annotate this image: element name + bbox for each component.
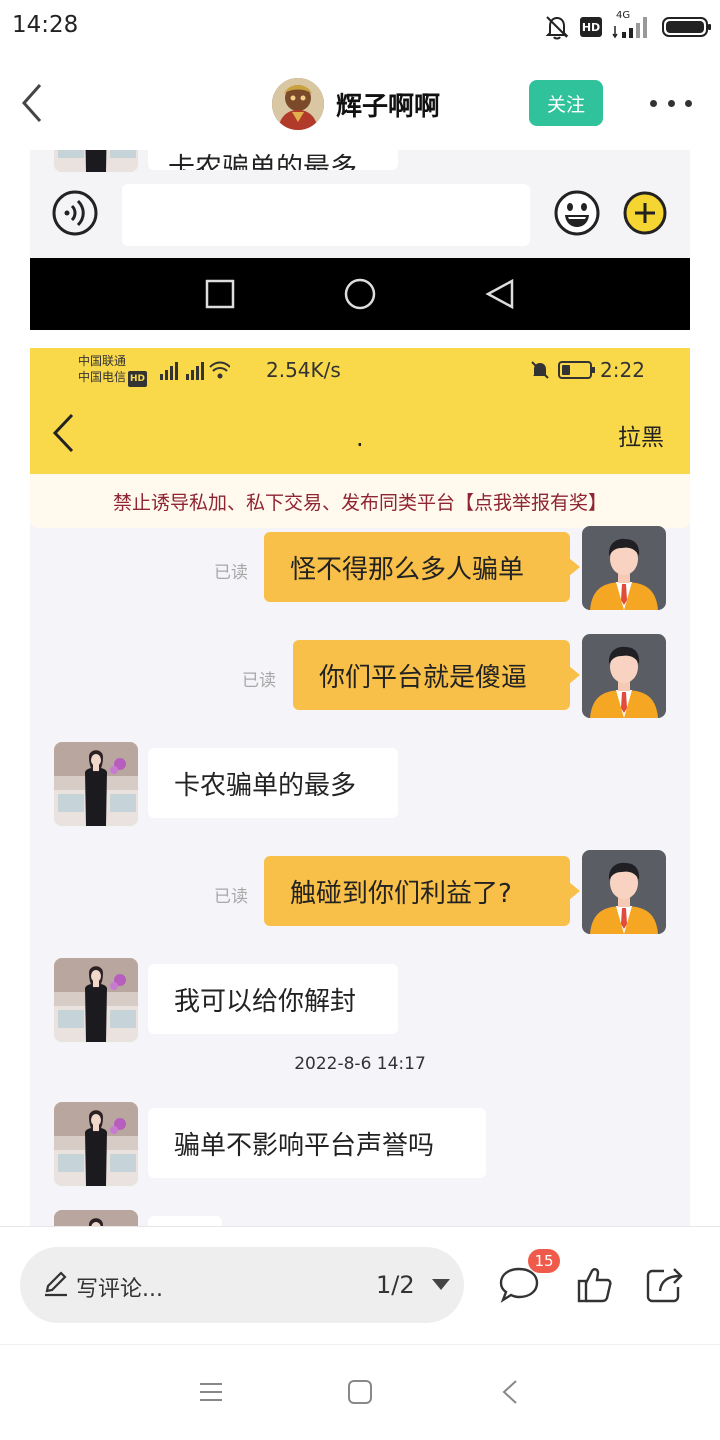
emoji-icon [554, 190, 600, 236]
chat-title: . [356, 424, 364, 452]
dot [667, 99, 675, 107]
previous-screenshot-fragment: 卡农骗单的最多 [30, 150, 690, 258]
message-bubble-incoming: 卡农骗单的最多 [148, 748, 398, 818]
carrier-2: 中国电信 [78, 370, 127, 384]
comment-input[interactable]: 写评论... 1/2 [20, 1247, 464, 1323]
separator [30, 330, 690, 348]
follow-button[interactable]: 关注 [529, 80, 603, 126]
message-bubble-incoming: 我可以给你解封 [148, 964, 398, 1034]
status-time: 14:28 [12, 12, 79, 38]
pen-icon [45, 1271, 67, 1297]
back-button[interactable] [14, 82, 50, 124]
message-bubble-outgoing: 怪不得那么多人骗单 [264, 532, 580, 602]
signal-icon: 4G [612, 10, 652, 40]
circle-icon [344, 278, 376, 310]
caret-down-icon[interactable] [432, 1279, 450, 1290]
warning-banner: 禁止诱导私加、私下交易、发布同类平台【点我举报有奖】 [30, 474, 690, 528]
message-text: 卡农骗单的最多 [168, 153, 357, 170]
comment-placeholder: 写评论... [76, 1277, 163, 1302]
chevron-left-icon [52, 413, 74, 453]
author-info[interactable]: 辉子啊啊 [272, 78, 440, 130]
chat-timestamp: 2022-8-6 14:17 [294, 1054, 426, 1074]
back-icon[interactable] [498, 1379, 524, 1405]
contact-avatar [54, 1102, 138, 1186]
message-bubble-outgoing: 你们平台就是傻逼 [293, 640, 580, 710]
message-bubble-incoming: 骗单不影响平台声誉吗 [148, 1108, 486, 1178]
hd-badge: HD [128, 371, 148, 387]
home-icon[interactable] [347, 1379, 373, 1405]
triangle-back-icon [485, 278, 514, 310]
author-name: 辉子啊啊 [336, 91, 441, 122]
user-avatar [582, 634, 666, 718]
share-icon[interactable] [644, 1265, 686, 1305]
square-icon [205, 279, 235, 309]
block-button: 拉黑 [618, 425, 664, 451]
inner-chat-header: 中国联通 中国电信 HD 2.54K/s 2:22 . 拉黑 [30, 348, 690, 474]
inner-system-navbar [30, 258, 690, 330]
message-bubble: 卡农骗单的最多 [148, 150, 398, 170]
inner-time: 2:22 [600, 358, 645, 382]
post-header: 辉子啊啊 关注 [0, 60, 720, 146]
read-receipt: 已读 [214, 563, 248, 583]
message-bubble-outgoing: 触碰到你们利益了? [264, 856, 580, 926]
contact-avatar [54, 150, 138, 172]
system-nav-bar [0, 1344, 720, 1440]
plus-icon [623, 191, 667, 235]
user-avatar [582, 850, 666, 934]
comment-count-badge: 15 [528, 1249, 560, 1273]
message-input [122, 184, 530, 246]
bottom-action-bar: 写评论... 1/2 15 [0, 1226, 720, 1344]
chevron-left-icon [21, 84, 42, 122]
thumbs-up-icon[interactable] [574, 1265, 616, 1305]
inner-carriers: 中国联通 中国电信 HD [78, 353, 148, 387]
more-options-button[interactable] [650, 90, 692, 116]
voice-button [52, 190, 98, 236]
carrier-1: 中国联通 [78, 354, 127, 368]
message-bubble-incoming [148, 1216, 222, 1226]
page-indicator[interactable]: 1/2 [376, 1271, 415, 1299]
voice-icon [52, 190, 98, 236]
hd-badge: HD [580, 17, 602, 37]
post-image[interactable]: 卡农骗单的最多 中国联通 中国电信 HD 2.54K/s 2:22 . 拉黑 禁… [30, 150, 690, 1226]
contact-avatar [54, 742, 138, 826]
menu-icon[interactable] [198, 1379, 224, 1405]
battery-icon [662, 17, 711, 37]
network-speed: 2.54K/s [266, 358, 341, 382]
read-receipt: 已读 [214, 887, 248, 907]
status-bar: 14:28 HD 4G [0, 0, 720, 56]
contact-avatar [54, 958, 138, 1042]
status-icons: HD 4G [544, 10, 711, 42]
network-type: 4G [616, 10, 631, 21]
dot [685, 99, 692, 107]
read-receipt: 已读 [242, 671, 276, 691]
battery-icon [558, 361, 595, 379]
signal-wifi-icon [160, 361, 230, 380]
dot [650, 99, 657, 107]
inner-status-right: 2:22 [530, 358, 645, 382]
user-avatar [582, 526, 666, 610]
author-avatar[interactable] [272, 78, 324, 130]
mute-bell-icon [531, 361, 549, 379]
contact-avatar [54, 1210, 138, 1226]
mute-bell-icon [545, 16, 569, 40]
